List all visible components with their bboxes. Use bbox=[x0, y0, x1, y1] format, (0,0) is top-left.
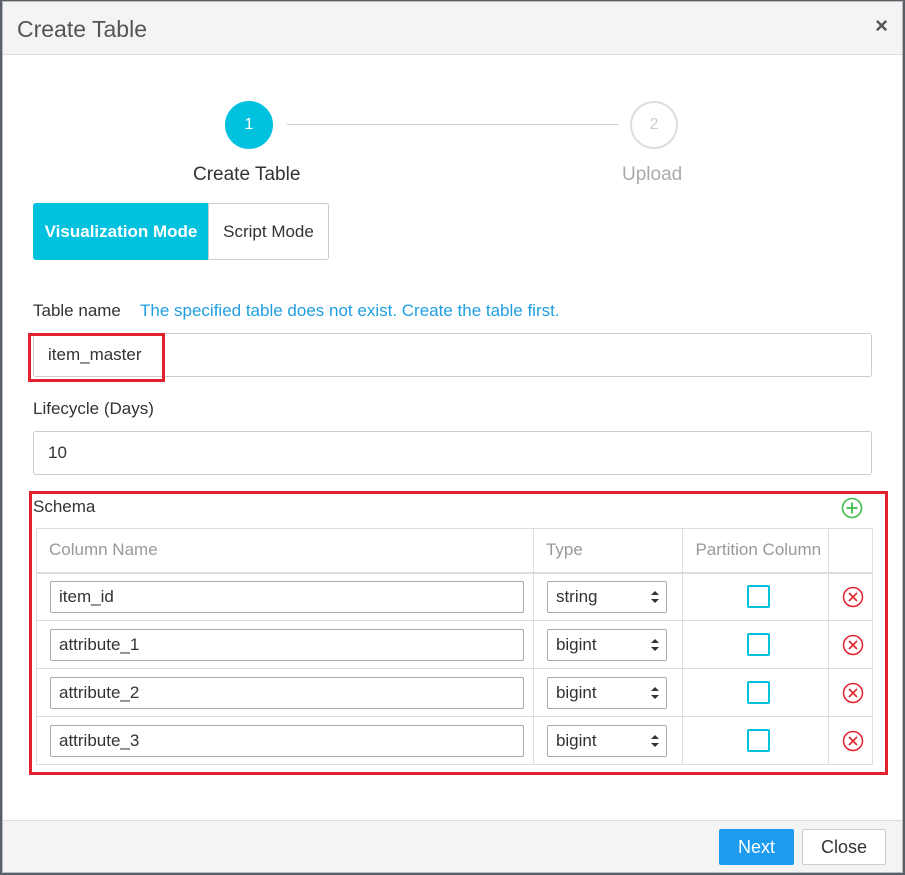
visualization-mode-button[interactable]: Visualization Mode bbox=[33, 203, 209, 260]
type-header: Type bbox=[533, 528, 684, 574]
x-circle-icon[interactable] bbox=[842, 730, 864, 752]
x-circle-icon[interactable] bbox=[842, 634, 864, 656]
step-1-indicator: 1 bbox=[225, 101, 273, 149]
lifecycle-label: Lifecycle (Days) bbox=[33, 399, 154, 418]
type-value: bigint bbox=[555, 730, 597, 750]
lifecycle-input[interactable] bbox=[33, 431, 872, 475]
step-2-label: Upload bbox=[622, 164, 683, 185]
script-mode-button[interactable]: Script Mode bbox=[208, 203, 329, 260]
column-name-header: Column Name bbox=[36, 528, 534, 574]
type-value: bigint bbox=[555, 634, 597, 654]
schema-label: Schema bbox=[33, 497, 96, 516]
type-select[interactable]: bigint bbox=[546, 724, 667, 757]
type-value: string bbox=[555, 586, 598, 606]
column-name-input[interactable] bbox=[50, 580, 524, 613]
table-row: bigint bbox=[36, 620, 873, 669]
close-icon[interactable]: × bbox=[875, 14, 888, 38]
type-select[interactable]: bigint bbox=[546, 676, 667, 709]
type-value: bigint bbox=[555, 682, 597, 702]
table-row: string bbox=[36, 572, 873, 621]
partition-checkbox[interactable] bbox=[746, 681, 770, 704]
next-button[interactable]: Next bbox=[719, 829, 794, 865]
table-name-hint: The specified table does not exist. Crea… bbox=[140, 301, 560, 320]
partition-column-header: Partition Column bbox=[682, 528, 829, 574]
actions-header bbox=[828, 528, 873, 574]
x-circle-icon[interactable] bbox=[842, 586, 864, 608]
dialog-footer: Next Close bbox=[3, 820, 902, 872]
x-circle-icon[interactable] bbox=[842, 682, 864, 704]
table-name-input[interactable] bbox=[33, 333, 872, 377]
table-name-label: Table name bbox=[33, 301, 121, 320]
schema-table: Column Name Type Partition Column string… bbox=[36, 528, 873, 765]
partition-checkbox[interactable] bbox=[746, 585, 770, 609]
dialog-header: Create Table × bbox=[3, 2, 902, 55]
table-row: bigint bbox=[36, 668, 873, 717]
up-down-chevron-icon bbox=[650, 638, 659, 651]
type-select[interactable]: bigint bbox=[546, 628, 667, 661]
column-name-input[interactable] bbox=[50, 676, 524, 709]
column-name-input[interactable] bbox=[50, 724, 524, 757]
step-2-indicator: 2 bbox=[630, 101, 678, 149]
column-name-input[interactable] bbox=[50, 628, 524, 661]
dialog-title: Create Table bbox=[17, 16, 147, 42]
type-select[interactable]: string bbox=[546, 580, 667, 613]
close-button[interactable]: Close bbox=[802, 829, 886, 865]
plus-circle-icon[interactable] bbox=[841, 497, 863, 519]
step-1-label: Create Table bbox=[193, 164, 301, 185]
partition-checkbox[interactable] bbox=[746, 633, 770, 656]
up-down-chevron-icon bbox=[650, 590, 659, 603]
table-row: bigint bbox=[36, 716, 873, 765]
step-connector bbox=[287, 124, 618, 125]
up-down-chevron-icon bbox=[650, 686, 659, 699]
up-down-chevron-icon bbox=[650, 734, 659, 747]
create-table-dialog: Create Table × 1 2 Create Table Upload V… bbox=[2, 1, 903, 873]
partition-checkbox[interactable] bbox=[746, 729, 770, 752]
